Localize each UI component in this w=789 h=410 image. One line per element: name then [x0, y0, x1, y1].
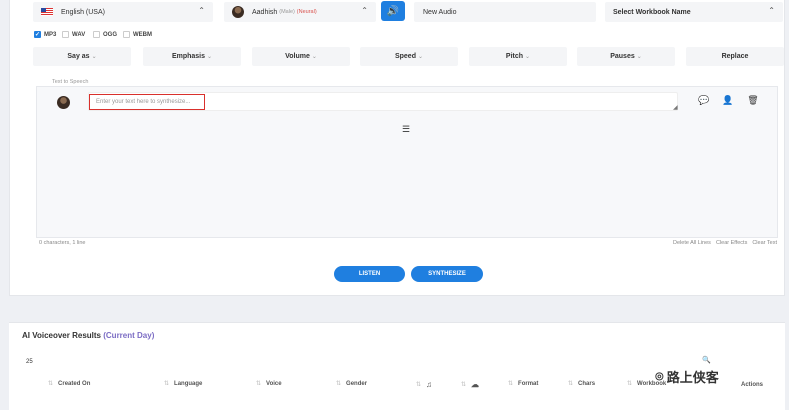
checkbox [62, 31, 69, 38]
effect-pauses[interactable]: Pauses ⌄ [577, 47, 675, 66]
watermark: ◎ 路上侠客 [655, 370, 719, 385]
workbook-label: Select Workbook Name [613, 8, 691, 16]
effect-emphasis[interactable]: Emphasis ⌄ [143, 47, 241, 66]
checkbox [123, 31, 130, 38]
voice-avatar [232, 6, 244, 18]
chevron-down-icon: ⌄ [91, 54, 97, 60]
chevron-down-icon: ⌄ [311, 54, 317, 60]
chevron-up-icon: ⌃ [198, 6, 205, 15]
music-note-icon: ♫ [426, 380, 433, 389]
sort-icon: ⇅ [416, 382, 422, 388]
sort-icon: ⇅ [336, 381, 342, 387]
col-chars[interactable]: ⇅ Chars [568, 380, 595, 388]
check-icon: ✓ [34, 31, 41, 38]
col-actions[interactable]: Actions [741, 382, 763, 388]
chevron-down-icon: ⌄ [636, 54, 642, 60]
editor-links: Delete All Lines Clear Effects Clear Tex… [673, 240, 777, 246]
speaker-icon: 🔊 [386, 5, 400, 17]
effect-say-as[interactable]: Say as ⌄ [33, 47, 131, 66]
effect-pitch[interactable]: Pitch ⌄ [469, 47, 567, 66]
format-webm[interactable]: WEBM [123, 31, 152, 38]
search-icon[interactable]: 🔍 [702, 356, 711, 364]
clear-text-link[interactable]: Clear Text [752, 240, 777, 246]
listen-button[interactable]: LISTEN [334, 266, 405, 282]
line-voice-avatar[interactable] [57, 96, 70, 109]
project-name-input[interactable]: New Audio [414, 2, 596, 22]
us-flag-icon [41, 8, 53, 16]
col-format[interactable]: ⇅ Format [508, 380, 538, 388]
effect-replace[interactable]: Replace [686, 47, 784, 66]
col-music[interactable]: ⇅ ♫ [416, 380, 432, 389]
clear-effects-link[interactable]: Clear Effects [716, 240, 747, 246]
chevron-down-icon: ⌄ [417, 54, 424, 60]
tts-legend: Text to Speech [50, 79, 91, 85]
voice-select[interactable]: Aadhish (Male) (Neural) ⌃ [224, 2, 376, 22]
voice-change-icon[interactable]: 👤 [722, 94, 734, 106]
add-line-icon[interactable]: ☰ [402, 124, 410, 135]
sort-icon: ⇅ [627, 381, 633, 387]
workbook-select[interactable]: Select Workbook Name ⌃ [605, 2, 783, 22]
project-name-value: New Audio [423, 8, 457, 16]
col-cloud[interactable]: ⇅ ☁ [461, 380, 479, 389]
format-ogg[interactable]: OGG [93, 31, 117, 38]
format-wav[interactable]: WAV [62, 31, 85, 38]
voice-type: (Neural) [296, 9, 317, 15]
chevron-up-icon: ⌃ [768, 6, 775, 15]
sort-icon: ⇅ [164, 381, 170, 387]
effect-speed[interactable]: Speed ⌄ [360, 47, 458, 66]
format-mp3[interactable]: ✓ MP3 [34, 31, 56, 38]
comment-icon[interactable]: 💬 [698, 94, 710, 106]
page-size-select[interactable]: 25 [26, 359, 33, 365]
col-language[interactable]: ⇅ Language [164, 380, 202, 388]
sort-icon: ⇅ [256, 381, 262, 387]
chevron-down-icon: ⌄ [207, 54, 213, 60]
sort-icon: ⇅ [461, 382, 467, 388]
synthesize-button[interactable]: SYNTHESIZE [411, 266, 483, 282]
language-label: English (USA) [61, 8, 105, 16]
delete-all-lines-link[interactable]: Delete All Lines [673, 240, 711, 246]
language-select[interactable]: English (USA) ⌃ [33, 2, 213, 22]
char-count: 0 characters, 1 line [39, 240, 86, 246]
sort-icon: ⇅ [508, 381, 514, 387]
col-gender[interactable]: ⇅ Gender [336, 380, 367, 388]
sort-icon: ⇅ [568, 381, 574, 387]
text-placeholder[interactable]: Enter your text here to synthesize... [89, 94, 205, 110]
col-created-on[interactable]: ⇅ Created On [48, 380, 90, 388]
chevron-up-icon: ⌃ [361, 6, 368, 15]
voice-name: Aadhish [252, 8, 278, 16]
voice-gender: (Male) [279, 9, 295, 15]
speaker-button[interactable]: 🔊 [381, 1, 405, 21]
wechat-icon: ◎ [655, 371, 664, 382]
resize-handle-icon[interactable]: ◢ [673, 104, 678, 111]
effect-volume[interactable]: Volume ⌄ [252, 47, 350, 66]
results-title: AI Voiceover Results (Current Day) [22, 331, 155, 340]
checkbox [93, 31, 100, 38]
sort-icon: ⇅ [48, 381, 54, 387]
chevron-down-icon: ⌄ [525, 54, 531, 60]
results-subtitle: (Current Day) [103, 331, 155, 340]
col-voice[interactable]: ⇅ Voice [256, 380, 282, 388]
cloud-download-icon: ☁ [471, 380, 480, 389]
trash-icon[interactable]: 🗑 [747, 94, 759, 106]
